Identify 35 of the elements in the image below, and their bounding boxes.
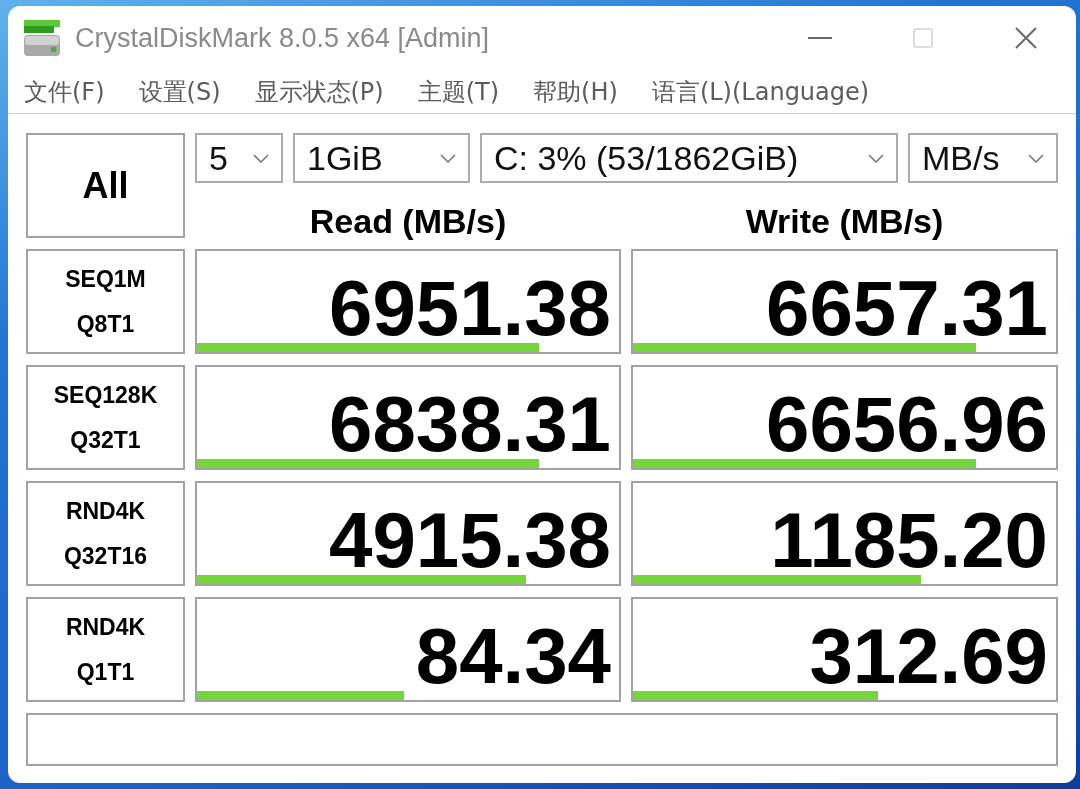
menu-item[interactable]: 显示状态(P) xyxy=(254,75,384,108)
minimize-icon xyxy=(807,37,832,39)
result-value: 6951.38 xyxy=(329,273,611,343)
comment-field[interactable] xyxy=(26,713,1058,766)
dropdown[interactable]: C: 3% (53/1862GiB) xyxy=(480,133,898,183)
chevron-down-icon xyxy=(440,153,456,163)
result-value: 84.34 xyxy=(415,621,611,691)
column-header: Write (MB/s) xyxy=(745,204,944,238)
result-value: 312.69 xyxy=(809,621,1048,691)
test-button[interactable]: RND4K Q32T16 xyxy=(26,481,185,586)
test-button[interactable]: SEQ128K Q32T1 xyxy=(26,365,185,470)
menu-item[interactable]: 主题(T) xyxy=(417,75,500,108)
window-title: CrystalDiskMark 8.0.5 x64 [Admin] xyxy=(75,22,490,54)
dropdown[interactable]: MB/s xyxy=(908,133,1058,183)
dropdown[interactable]: 1GiB xyxy=(293,133,470,183)
test-button[interactable]: RND4K Q1T1 xyxy=(26,597,185,702)
menu-item[interactable]: 语言(L)(Language) xyxy=(651,75,870,108)
menu-item[interactable]: 文件(F) xyxy=(24,75,105,108)
menu-item[interactable]: 设置(S) xyxy=(138,75,221,108)
chevron-down-icon xyxy=(1028,153,1044,163)
column-header: Read (MB/s) xyxy=(309,204,507,238)
result-value: 6656.96 xyxy=(766,389,1048,459)
chevron-down-icon xyxy=(868,153,884,163)
all-button[interactable]: All xyxy=(26,133,185,238)
dropdown[interactable]: 5 xyxy=(195,133,283,183)
result-value: 4915.38 xyxy=(329,505,611,575)
chevron-down-icon xyxy=(253,153,269,163)
result-value: 6838.31 xyxy=(329,389,611,459)
test-button[interactable]: SEQ1M Q8T1 xyxy=(26,249,185,354)
maximize-icon xyxy=(912,28,933,48)
result-value: 6657.31 xyxy=(766,273,1048,343)
disk-drive-icon xyxy=(24,20,60,56)
menu-item[interactable]: 帮助(H) xyxy=(533,75,618,108)
result-value: 1185.20 xyxy=(770,505,1048,575)
close-icon xyxy=(1014,27,1037,49)
